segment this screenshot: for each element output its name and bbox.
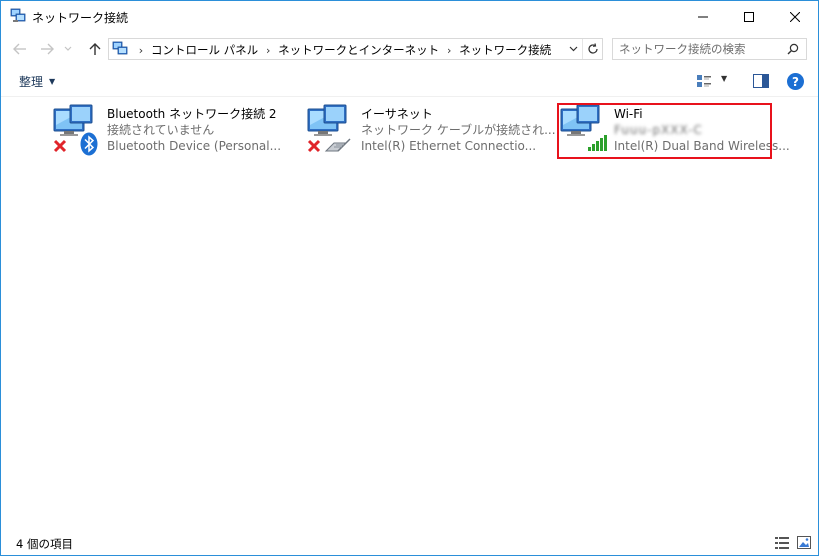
address-bar[interactable]: › コントロール パネル › ネットワークとインターネット › ネットワーク接続: [108, 38, 603, 60]
minimize-icon: [698, 16, 708, 17]
breadcrumb-separator-icon[interactable]: ›: [131, 44, 151, 57]
recent-locations-button[interactable]: [61, 39, 75, 59]
breadcrumb-separator-icon[interactable]: ›: [439, 44, 459, 57]
minimize-button[interactable]: [680, 1, 726, 32]
breadcrumb: › コントロール パネル › ネットワークとインターネット › ネットワーク接続: [131, 42, 551, 58]
search-box[interactable]: [612, 38, 807, 60]
search-icon[interactable]: [785, 41, 801, 57]
refresh-icon: [587, 43, 598, 54]
up-button[interactable]: [85, 39, 105, 59]
navigation-bar: › コントロール パネル › ネットワークとインターネット › ネットワーク接続: [1, 32, 818, 65]
preview-pane-icon[interactable]: [753, 74, 769, 88]
connection-item-ethernet[interactable]: イーサネット ネットワーク ケーブルが接続され... Intel(R) Ethe…: [306, 103, 556, 161]
large-icons-view-icon[interactable]: [797, 536, 811, 549]
chevron-down-icon: [64, 46, 72, 51]
connection-device: Intel(R) Ethernet Connectio...: [361, 139, 537, 153]
breadcrumb-network-internet[interactable]: ネットワークとインターネット: [278, 42, 439, 58]
wifi-highlight-box: [557, 103, 772, 159]
explorer-window: ネットワーク接続 › コントロール パネル › ネットワークとインターネット ›…: [0, 0, 819, 556]
breadcrumb-network-connections[interactable]: ネットワーク接続: [459, 42, 551, 58]
arrow-left-icon: [13, 43, 26, 55]
maximize-button[interactable]: [726, 1, 772, 32]
item-count: 4 個の項目: [16, 537, 73, 551]
forward-button[interactable]: [37, 39, 57, 59]
breadcrumb-control-panel[interactable]: コントロール パネル: [151, 42, 258, 58]
close-icon: [790, 11, 800, 22]
address-history-button[interactable]: [565, 39, 581, 59]
caret-down-icon: ▼: [49, 77, 56, 86]
close-button[interactable]: [772, 1, 818, 32]
network-connections-icon: [10, 8, 26, 22]
connection-text: Bluetooth ネットワーク接続 2 接続されていません Bluetooth…: [107, 106, 281, 154]
organize-menu-button[interactable]: 整理 ▼: [19, 73, 55, 90]
status-bar: 4 個の項目: [1, 531, 818, 555]
connection-name: Bluetooth ネットワーク接続 2: [107, 107, 277, 121]
ethernet-cable-icon: [324, 138, 351, 152]
chevron-down-icon: [569, 46, 577, 52]
refresh-button[interactable]: [582, 39, 602, 59]
details-view-icon[interactable]: [775, 537, 789, 549]
window-title: ネットワーク接続: [32, 11, 129, 25]
connection-text: イーサネット ネットワーク ケーブルが接続され... Intel(R) Ethe…: [361, 106, 556, 154]
title-bar[interactable]: ネットワーク接続: [1, 1, 818, 32]
organize-label: 整理: [19, 75, 44, 89]
disconnected-x-icon: [53, 139, 67, 153]
search-input[interactable]: [619, 41, 779, 57]
connection-name: イーサネット: [361, 107, 433, 121]
arrow-right-icon: [41, 43, 54, 55]
disconnected-x-icon: [307, 139, 321, 153]
change-view-icon[interactable]: [696, 73, 712, 89]
connections-list: Bluetooth ネットワーク接続 2 接続されていません Bluetooth…: [1, 97, 818, 531]
view-options-caret-icon[interactable]: ▼: [721, 74, 727, 83]
command-bar: 整理 ▼ ▼ ?: [1, 65, 818, 97]
connection-item-bluetooth[interactable]: Bluetooth ネットワーク接続 2 接続されていません Bluetooth…: [52, 103, 292, 161]
help-icon[interactable]: ?: [787, 73, 804, 90]
back-button[interactable]: [10, 39, 30, 59]
maximize-icon: [744, 11, 754, 22]
network-connections-icon: [112, 41, 128, 55]
breadcrumb-separator-icon[interactable]: ›: [258, 44, 278, 57]
arrow-up-icon: [89, 43, 101, 55]
connection-status: 接続されていません: [107, 123, 215, 137]
connection-device: Bluetooth Device (Personal...: [107, 139, 282, 153]
bluetooth-icon: [80, 132, 98, 156]
connection-status: ネットワーク ケーブルが接続され...: [361, 123, 556, 137]
